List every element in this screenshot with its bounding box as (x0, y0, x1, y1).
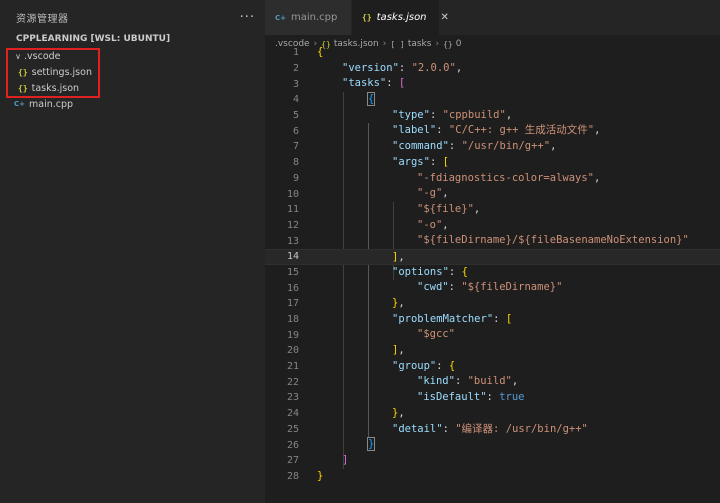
tab-bar: C+ main.cpp {} tasks.json ✕ (265, 0, 720, 35)
code-line: 13 "${fileDirname}/${fileBasenameNoExten… (265, 233, 720, 249)
line-number: 28 (286, 470, 299, 482)
code-line: 18 "problemMatcher": [ (265, 312, 720, 328)
line-number: 10 (286, 188, 299, 200)
line-number: 19 (286, 329, 299, 341)
cpp-file-icon: C+ (14, 100, 26, 108)
cpp-file-icon: C+ (275, 13, 287, 22)
line-number: 4 (292, 94, 299, 106)
file-tree: ∨ .vscode {} settings.json {} tasks.json… (0, 48, 265, 112)
workspace-name: CPPLEARNING [WSL: UBUNTU] (16, 34, 171, 44)
code-line: 24 }, (265, 406, 720, 422)
line-number: 21 (286, 361, 299, 373)
code-line: 19 "$gcc" (265, 327, 720, 343)
code-line: 9 "-fdiagnostics-color=always", (265, 171, 720, 187)
line-number: 20 (286, 345, 299, 357)
line-number: 18 (286, 314, 299, 326)
tab-label: tasks.json (376, 12, 427, 23)
code-line: 25 "detail": "编译器: /usr/bin/g++" (265, 422, 720, 438)
line-number: 14 (286, 251, 299, 263)
tab-label: main.cpp (291, 12, 338, 23)
code-line: 23 "isDefault": true (265, 390, 720, 406)
line-number: 26 (286, 439, 299, 451)
workspace-section-header[interactable]: CPPLEARNING [WSL: UBUNTU] (0, 30, 265, 48)
code-line-current: 14 ], (265, 248, 720, 265)
line-number: 27 (286, 455, 299, 467)
tree-item-label: tasks.json (31, 82, 80, 94)
code-line: 27 ] (265, 453, 720, 469)
code-line: 17 }, (265, 296, 720, 312)
line-number: 15 (286, 266, 299, 278)
code-line: 15 "options": { (265, 265, 720, 281)
line-number: 24 (286, 408, 299, 420)
line-number: 25 (286, 423, 299, 435)
tree-item-label: settings.json (31, 66, 92, 78)
tree-item-label: main.cpp (29, 98, 74, 110)
tree-item-main-cpp[interactable]: C+ main.cpp (0, 96, 265, 112)
explorer-sidebar: 资源管理器 ··· CPPLEARNING [WSL: UBUNTU] ∨ .v… (0, 0, 265, 503)
tree-item-settings-json[interactable]: {} settings.json (0, 64, 265, 80)
code-line: 16 "cwd": "${fileDirname}" (265, 280, 720, 296)
chevron-down-icon: ∨ (15, 51, 21, 61)
line-number: 13 (286, 235, 299, 247)
line-number: 8 (292, 157, 299, 169)
code-line: 11 "${file}", (265, 202, 720, 218)
code-line: 7 "command": "/usr/bin/g++", (265, 139, 720, 155)
code-line: 21 "group": { (265, 359, 720, 375)
line-number: 12 (286, 219, 299, 231)
json-file-icon: {} (362, 13, 372, 22)
line-number: 16 (286, 282, 299, 294)
line-number: 17 (286, 298, 299, 310)
line-number: 3 (292, 78, 299, 90)
json-file-icon: {} (18, 67, 28, 77)
tree-item-label: .vscode (24, 50, 61, 62)
json-file-icon: {} (18, 83, 28, 93)
code-line: 20 ], (265, 343, 720, 359)
matched-bracket: { (367, 92, 376, 107)
line-number: 6 (292, 125, 299, 137)
line-number: 5 (292, 110, 299, 122)
code-line: 10 "-g", (265, 186, 720, 202)
line-number: 2 (292, 63, 299, 75)
line-number: 1 (292, 47, 299, 59)
code-line: 5 "type": "cppbuild", (265, 108, 720, 124)
tab-tasks-json[interactable]: {} tasks.json ✕ (352, 0, 449, 35)
code-line: 8 "args": [ (265, 155, 720, 171)
code-line: 22 "kind": "build", (265, 374, 720, 390)
close-icon[interactable]: ✕ (441, 12, 449, 23)
code-line: 28 } (265, 469, 720, 485)
code-line: 6 "label": "C/C++: g++ 生成活动文件", (265, 123, 720, 139)
line-number: 11 (286, 204, 299, 216)
code-line: 1 { (265, 45, 720, 61)
line-number: 22 (286, 376, 299, 388)
code-line: 26 } (265, 437, 720, 453)
code-editor[interactable]: 1 { 2 "version": "2.0.0", 3 "tasks": [ 4… (265, 45, 720, 484)
line-number: 9 (292, 172, 299, 184)
code-line: 2 "version": "2.0.0", (265, 61, 720, 77)
more-actions-icon[interactable]: ··· (240, 10, 255, 25)
line-number: 7 (292, 141, 299, 153)
tree-item-vscode-folder[interactable]: ∨ .vscode (0, 48, 265, 64)
code-line: 3 "tasks": [ (265, 76, 720, 92)
code-line: 4 { (265, 92, 720, 108)
line-number: 23 (286, 392, 299, 404)
tab-main-cpp[interactable]: C+ main.cpp (265, 0, 352, 35)
matched-bracket: } (367, 437, 376, 452)
explorer-title: 资源管理器 (16, 14, 69, 25)
code-line: 12 "-o", (265, 218, 720, 234)
tree-item-tasks-json[interactable]: {} tasks.json (0, 80, 265, 96)
editor-area: C+ main.cpp {} tasks.json ✕ .vscode › {}… (265, 0, 720, 503)
